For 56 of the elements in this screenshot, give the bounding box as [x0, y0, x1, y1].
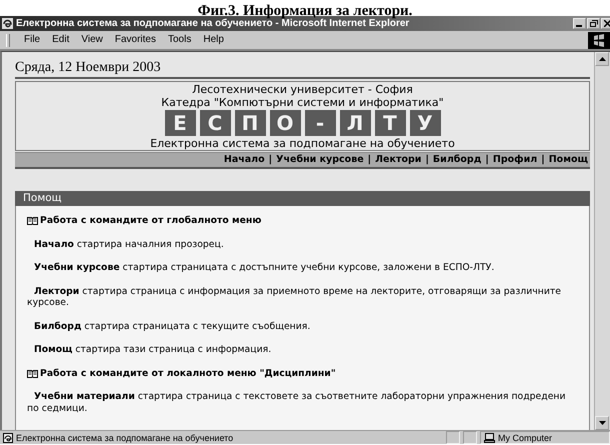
help-paragraph: Учебни материали стартира страница с текстовете за съответните лабораторни упражнения подредени по седмици.: [27, 391, 567, 414]
book-icon: [27, 216, 38, 226]
window-title: Електронна система за подпомагане на обучението - Microsoft Internet Explorer: [16, 18, 410, 30]
help-paragraph: Помощ стартира тази страница с информация.: [33, 344, 272, 356]
restore-icon: [590, 20, 598, 27]
header-text: Лесотехнически университет - София: [192, 83, 413, 96]
scroll-down-button[interactable]: [595, 416, 609, 430]
browser-icon: [2, 18, 13, 29]
restore-button[interactable]: [587, 18, 600, 29]
nav-separator: |: [268, 154, 272, 166]
date-label: Сряда, 12 Ноември 2003: [15, 60, 162, 76]
nav-link[interactable]: Помощ: [548, 154, 588, 166]
figure-caption: Фиг.3. Информация за лектори.: [198, 3, 412, 19]
logo-letter: О: [270, 110, 300, 136]
menu-item[interactable]: File: [18, 33, 46, 47]
minimize-button[interactable]: [573, 18, 586, 29]
header-text: Катедра "Компютърни системи и информатика": [161, 96, 444, 109]
logo-letter: -: [304, 110, 336, 136]
nav-separator: |: [485, 154, 489, 166]
menu-item[interactable]: View: [75, 33, 109, 47]
nav-link[interactable]: Профил: [492, 154, 538, 166]
page-icon: [3, 432, 13, 442]
computer-icon: [484, 432, 495, 442]
header-subtitle: Електронна система за подпомагане на обучението: [150, 137, 455, 150]
logo-letter: Т: [374, 110, 406, 136]
help-paragraph: Начало стартира началния прозорец.: [33, 238, 225, 250]
logo-letter: У: [410, 110, 440, 136]
nav-separator: |: [368, 154, 372, 166]
menu-item[interactable]: Help: [197, 33, 230, 47]
windows-logo-icon: [588, 32, 610, 48]
help-paragraph: Билборд стартира страницата с текущите съобщения.: [33, 320, 312, 332]
status-text: Електронна система за подпомагане на обучението: [16, 432, 234, 444]
menu-item[interactable]: Edit: [46, 33, 76, 47]
scroll-up-button[interactable]: [595, 52, 609, 66]
menu-item[interactable]: Tools: [162, 33, 198, 47]
menu-item[interactable]: Favorites: [108, 33, 162, 47]
help-paragraph: Лектори стартира страница с информация за приемното време на лекторите, отговарящи за различните курсове.: [27, 286, 562, 308]
zone-label: My Computer: [498, 432, 552, 444]
nav-link[interactable]: Лектори: [375, 154, 422, 166]
down-arrow-icon: [598, 421, 606, 425]
logo-letter: С: [200, 110, 230, 136]
nav-link[interactable]: Учебни курсове: [276, 154, 364, 166]
close-icon: [604, 20, 610, 27]
section-title: Помощ: [15, 191, 590, 206]
up-arrow-icon: [598, 57, 606, 61]
nav-separator: |: [425, 154, 429, 166]
book-icon: [27, 368, 38, 378]
logo-letter: П: [234, 110, 266, 136]
logo-letter: Л: [340, 110, 370, 136]
help-paragraph: Учебни курсове стартира страницата с достъпните учебни курсове, заложени в ЕСПО-ЛТУ.: [33, 262, 496, 274]
nav-separator: |: [541, 154, 545, 166]
nav-link[interactable]: Начало: [224, 154, 265, 166]
logo-letter: Е: [164, 110, 196, 136]
help-heading: Работа с командите от глобалното меню: [40, 215, 262, 226]
nav-link[interactable]: Билборд: [432, 154, 482, 166]
help-heading: Работа с командите от локалното меню "Дисциплини": [40, 368, 336, 379]
